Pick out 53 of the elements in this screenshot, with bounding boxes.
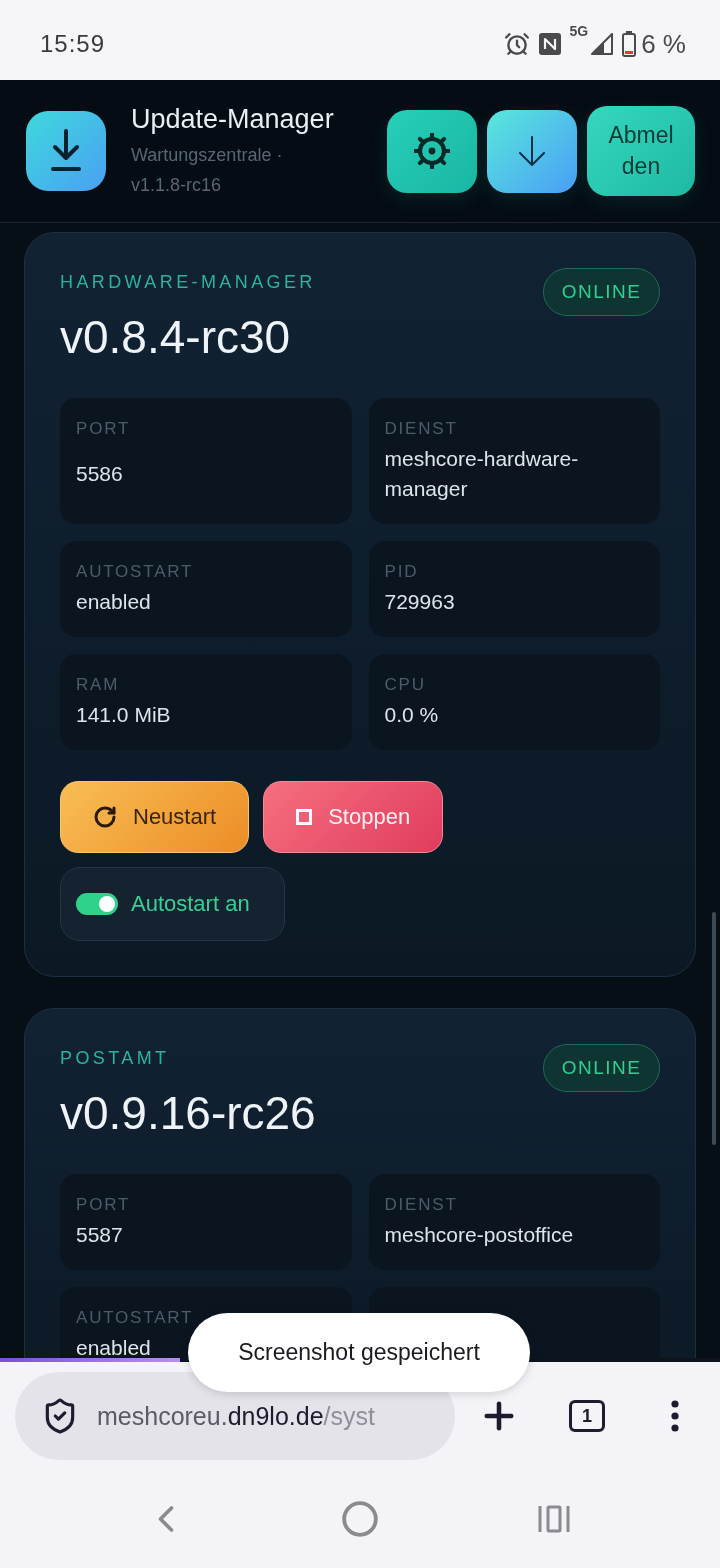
tile-label: RAM (76, 674, 120, 696)
status-time: 15:59 (40, 30, 106, 58)
app-title: Update-Manager (131, 103, 335, 136)
tile-label: DIENST (384, 418, 458, 440)
logout-button[interactable]: Abmelden (587, 106, 695, 196)
version-text: v0.9.16-rc26 (60, 1087, 316, 1139)
app-subtitle: Wartungszentrale · v1.1.8-rc16 (131, 144, 284, 197)
settings-icon (414, 133, 450, 169)
autostart-toggle-button[interactable]: Autostart an (60, 867, 285, 941)
tile-label: CPU (384, 674, 426, 696)
tile-value: 5586 (76, 461, 123, 487)
alarm-icon (503, 31, 530, 57)
restart-button[interactable]: Neustart (60, 781, 250, 853)
tile-value: enabled (76, 589, 151, 615)
url-text: meshcoreu.dn9lo.de/syst (97, 1401, 375, 1431)
tile-label: DIENST (384, 1194, 458, 1216)
network-type: 5G (569, 22, 589, 39)
more-menu-button[interactable] (671, 1400, 679, 1432)
tile-label: AUTOSTART (76, 561, 194, 583)
version-text: v0.8.4-rc30 (60, 311, 292, 363)
more-icon (671, 1400, 679, 1432)
battery-percent: 6 % (641, 28, 686, 60)
tile-value: 0.0 % (384, 702, 439, 728)
recents-icon (538, 1505, 570, 1533)
tab-count-button[interactable]: 1 (569, 1400, 605, 1432)
signal-icon (591, 33, 614, 55)
tile-label: PORT (76, 1194, 131, 1216)
home-icon (341, 1500, 379, 1538)
home-button[interactable] (341, 1500, 379, 1538)
refresh-icon (93, 805, 117, 829)
battery-icon (622, 31, 637, 57)
tile-value: enabled (76, 1335, 151, 1361)
tile-label: PID (384, 561, 419, 583)
tile-value: 5587 (76, 1222, 123, 1248)
tile-value: meshcore-hardware-manager (384, 446, 580, 502)
status-badge: ONLINE (543, 268, 660, 316)
scrollbar[interactable] (712, 912, 716, 1145)
stop-icon (296, 809, 313, 825)
tile-label: PORT (76, 418, 131, 440)
recents-button[interactable] (538, 1505, 570, 1533)
arrow-down-icon (518, 136, 546, 166)
toast-message: Screenshot gespeichert (188, 1313, 530, 1392)
tile-value: meshcore-postoffice (384, 1222, 574, 1248)
service-name: POSTAMT (60, 1047, 171, 1069)
service-name: HARDWARE-MANAGER (60, 271, 316, 293)
tile-value: 729963 (384, 589, 455, 615)
toggle-switch[interactable] (76, 893, 118, 915)
download-button[interactable] (487, 109, 577, 193)
download-app-icon (26, 111, 106, 191)
status-badge: ONLINE (543, 1044, 660, 1092)
nfc-icon (538, 33, 561, 55)
tile-value: 141.0 MiB (76, 702, 171, 728)
settings-button[interactable] (387, 109, 477, 193)
